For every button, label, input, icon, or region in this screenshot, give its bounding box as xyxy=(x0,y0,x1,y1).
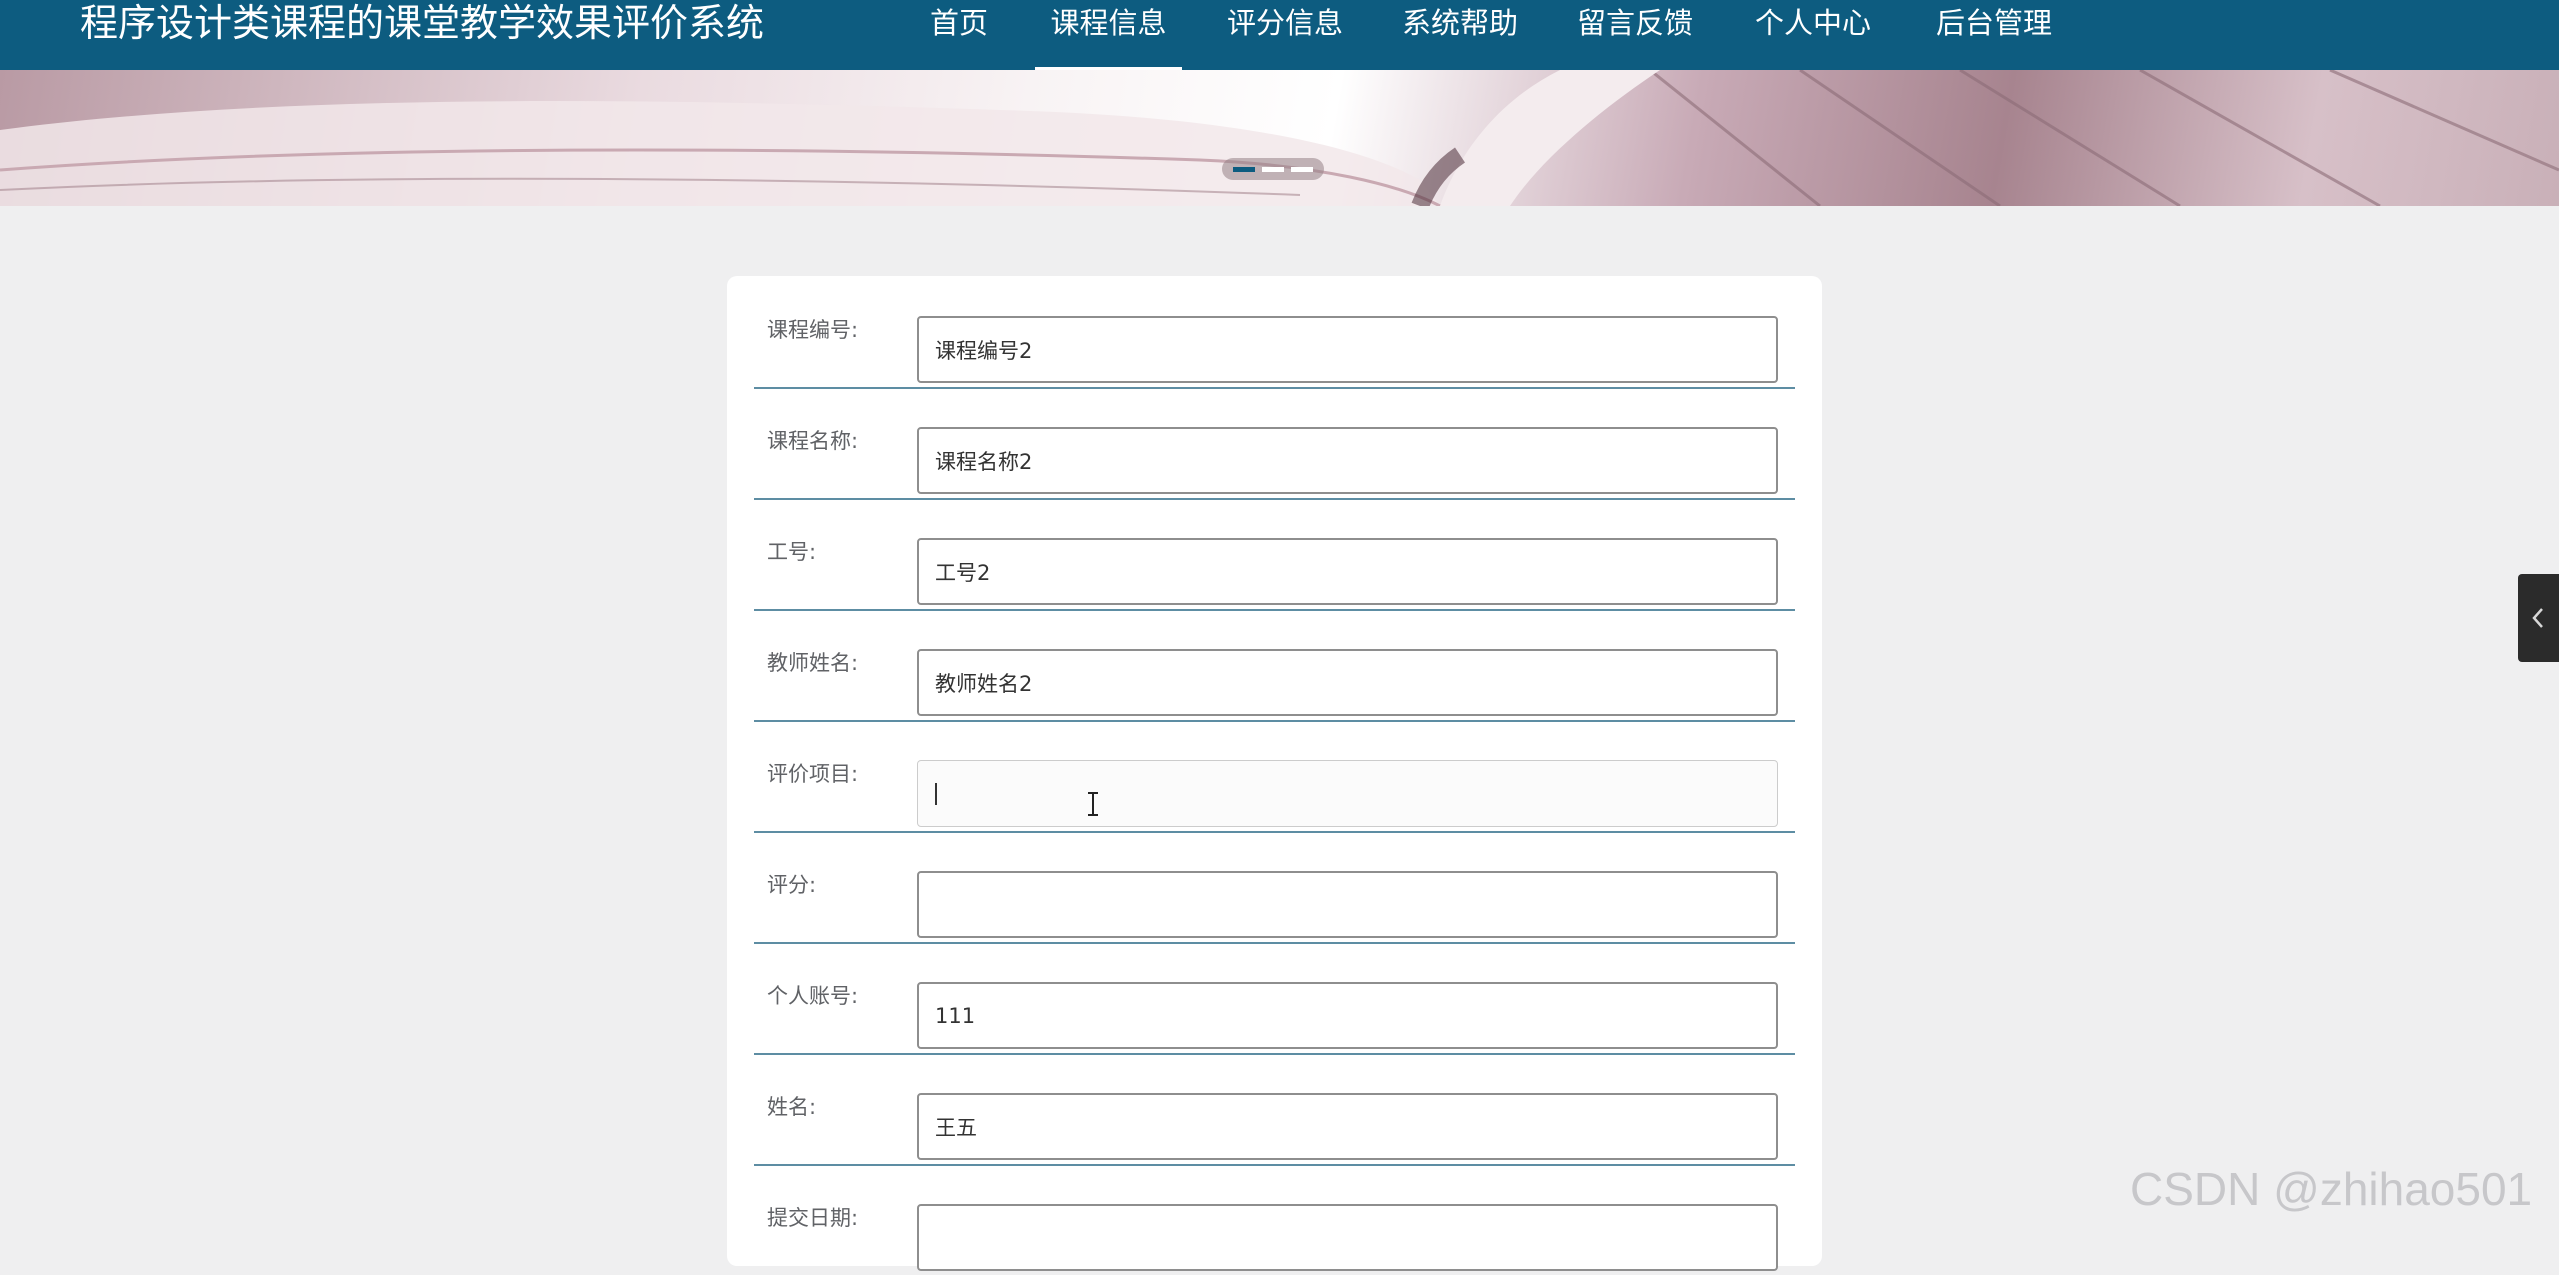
chevron-left-icon xyxy=(2532,608,2543,628)
nav-item-course-info[interactable]: 课程信息 xyxy=(1035,0,1182,70)
form-row-score: 评分: xyxy=(754,831,1795,944)
watermark: CSDN @zhihao501 xyxy=(2130,1163,2533,1215)
form-row-account: 个人账号: xyxy=(754,942,1795,1055)
carousel-dot-2[interactable] xyxy=(1262,167,1284,172)
nav-item-system-help[interactable]: 系统帮助 xyxy=(1397,0,1523,70)
carousel-dot-3[interactable] xyxy=(1291,167,1313,172)
banner-carousel xyxy=(0,70,2559,206)
form-row-name: 姓名: xyxy=(754,1053,1795,1166)
form-row-evaluation-item: 评价项目: xyxy=(754,720,1795,833)
course-number-label: 课程编号: xyxy=(767,318,859,342)
nav-item-home[interactable]: 首页 xyxy=(926,0,992,70)
side-panel-toggle[interactable] xyxy=(2518,574,2559,662)
nav-item-admin[interactable]: 后台管理 xyxy=(1931,0,2057,70)
course-number-field[interactable] xyxy=(917,316,1778,383)
teacher-name-label: 教师姓名: xyxy=(767,651,859,675)
evaluation-form: 课程编号: 课程名称: 工号: 教师姓名: 评价项目: 评分: 个人账号: 姓名… xyxy=(727,276,1822,1271)
top-navigation-bar: 程序设计类课程的课堂教学效果评价系统 首页 课程信息 评分信息 系统帮助 留言反… xyxy=(0,0,2559,70)
form-row-staff-id: 工号: xyxy=(754,498,1795,611)
form-row-course-name: 课程名称: xyxy=(754,387,1795,500)
nav-item-feedback[interactable]: 留言反馈 xyxy=(1572,0,1698,70)
staff-id-field[interactable] xyxy=(917,538,1778,605)
course-name-label: 课程名称: xyxy=(767,429,859,453)
name-field[interactable] xyxy=(917,1093,1778,1160)
carousel-indicators xyxy=(1222,158,1324,180)
score-field[interactable] xyxy=(917,871,1778,938)
form-row-submit-date: 提交日期: xyxy=(754,1164,1795,1275)
name-label: 姓名: xyxy=(767,1095,817,1119)
submit-date-field[interactable] xyxy=(917,1204,1778,1271)
course-name-field[interactable] xyxy=(917,427,1778,494)
form-row-course-number: 课程编号: xyxy=(754,276,1795,389)
site-title: 程序设计类课程的课堂教学效果评价系统 xyxy=(80,1,765,45)
evaluation-item-field[interactable] xyxy=(917,760,1778,827)
text-caret xyxy=(935,783,937,805)
open-book-image xyxy=(0,70,2559,206)
account-label: 个人账号: xyxy=(767,984,859,1008)
account-field[interactable] xyxy=(917,982,1778,1049)
submit-date-label: 提交日期: xyxy=(767,1206,859,1230)
score-label: 评分: xyxy=(767,873,817,897)
carousel-dot-1[interactable] xyxy=(1233,167,1255,172)
form-row-teacher-name: 教师姓名: xyxy=(754,609,1795,722)
nav-item-personal-center[interactable]: 个人中心 xyxy=(1750,0,1876,70)
teacher-name-field[interactable] xyxy=(917,649,1778,716)
staff-id-label: 工号: xyxy=(767,540,817,564)
evaluation-item-label: 评价项目: xyxy=(767,762,859,786)
nav-item-score-info[interactable]: 评分信息 xyxy=(1222,0,1348,70)
